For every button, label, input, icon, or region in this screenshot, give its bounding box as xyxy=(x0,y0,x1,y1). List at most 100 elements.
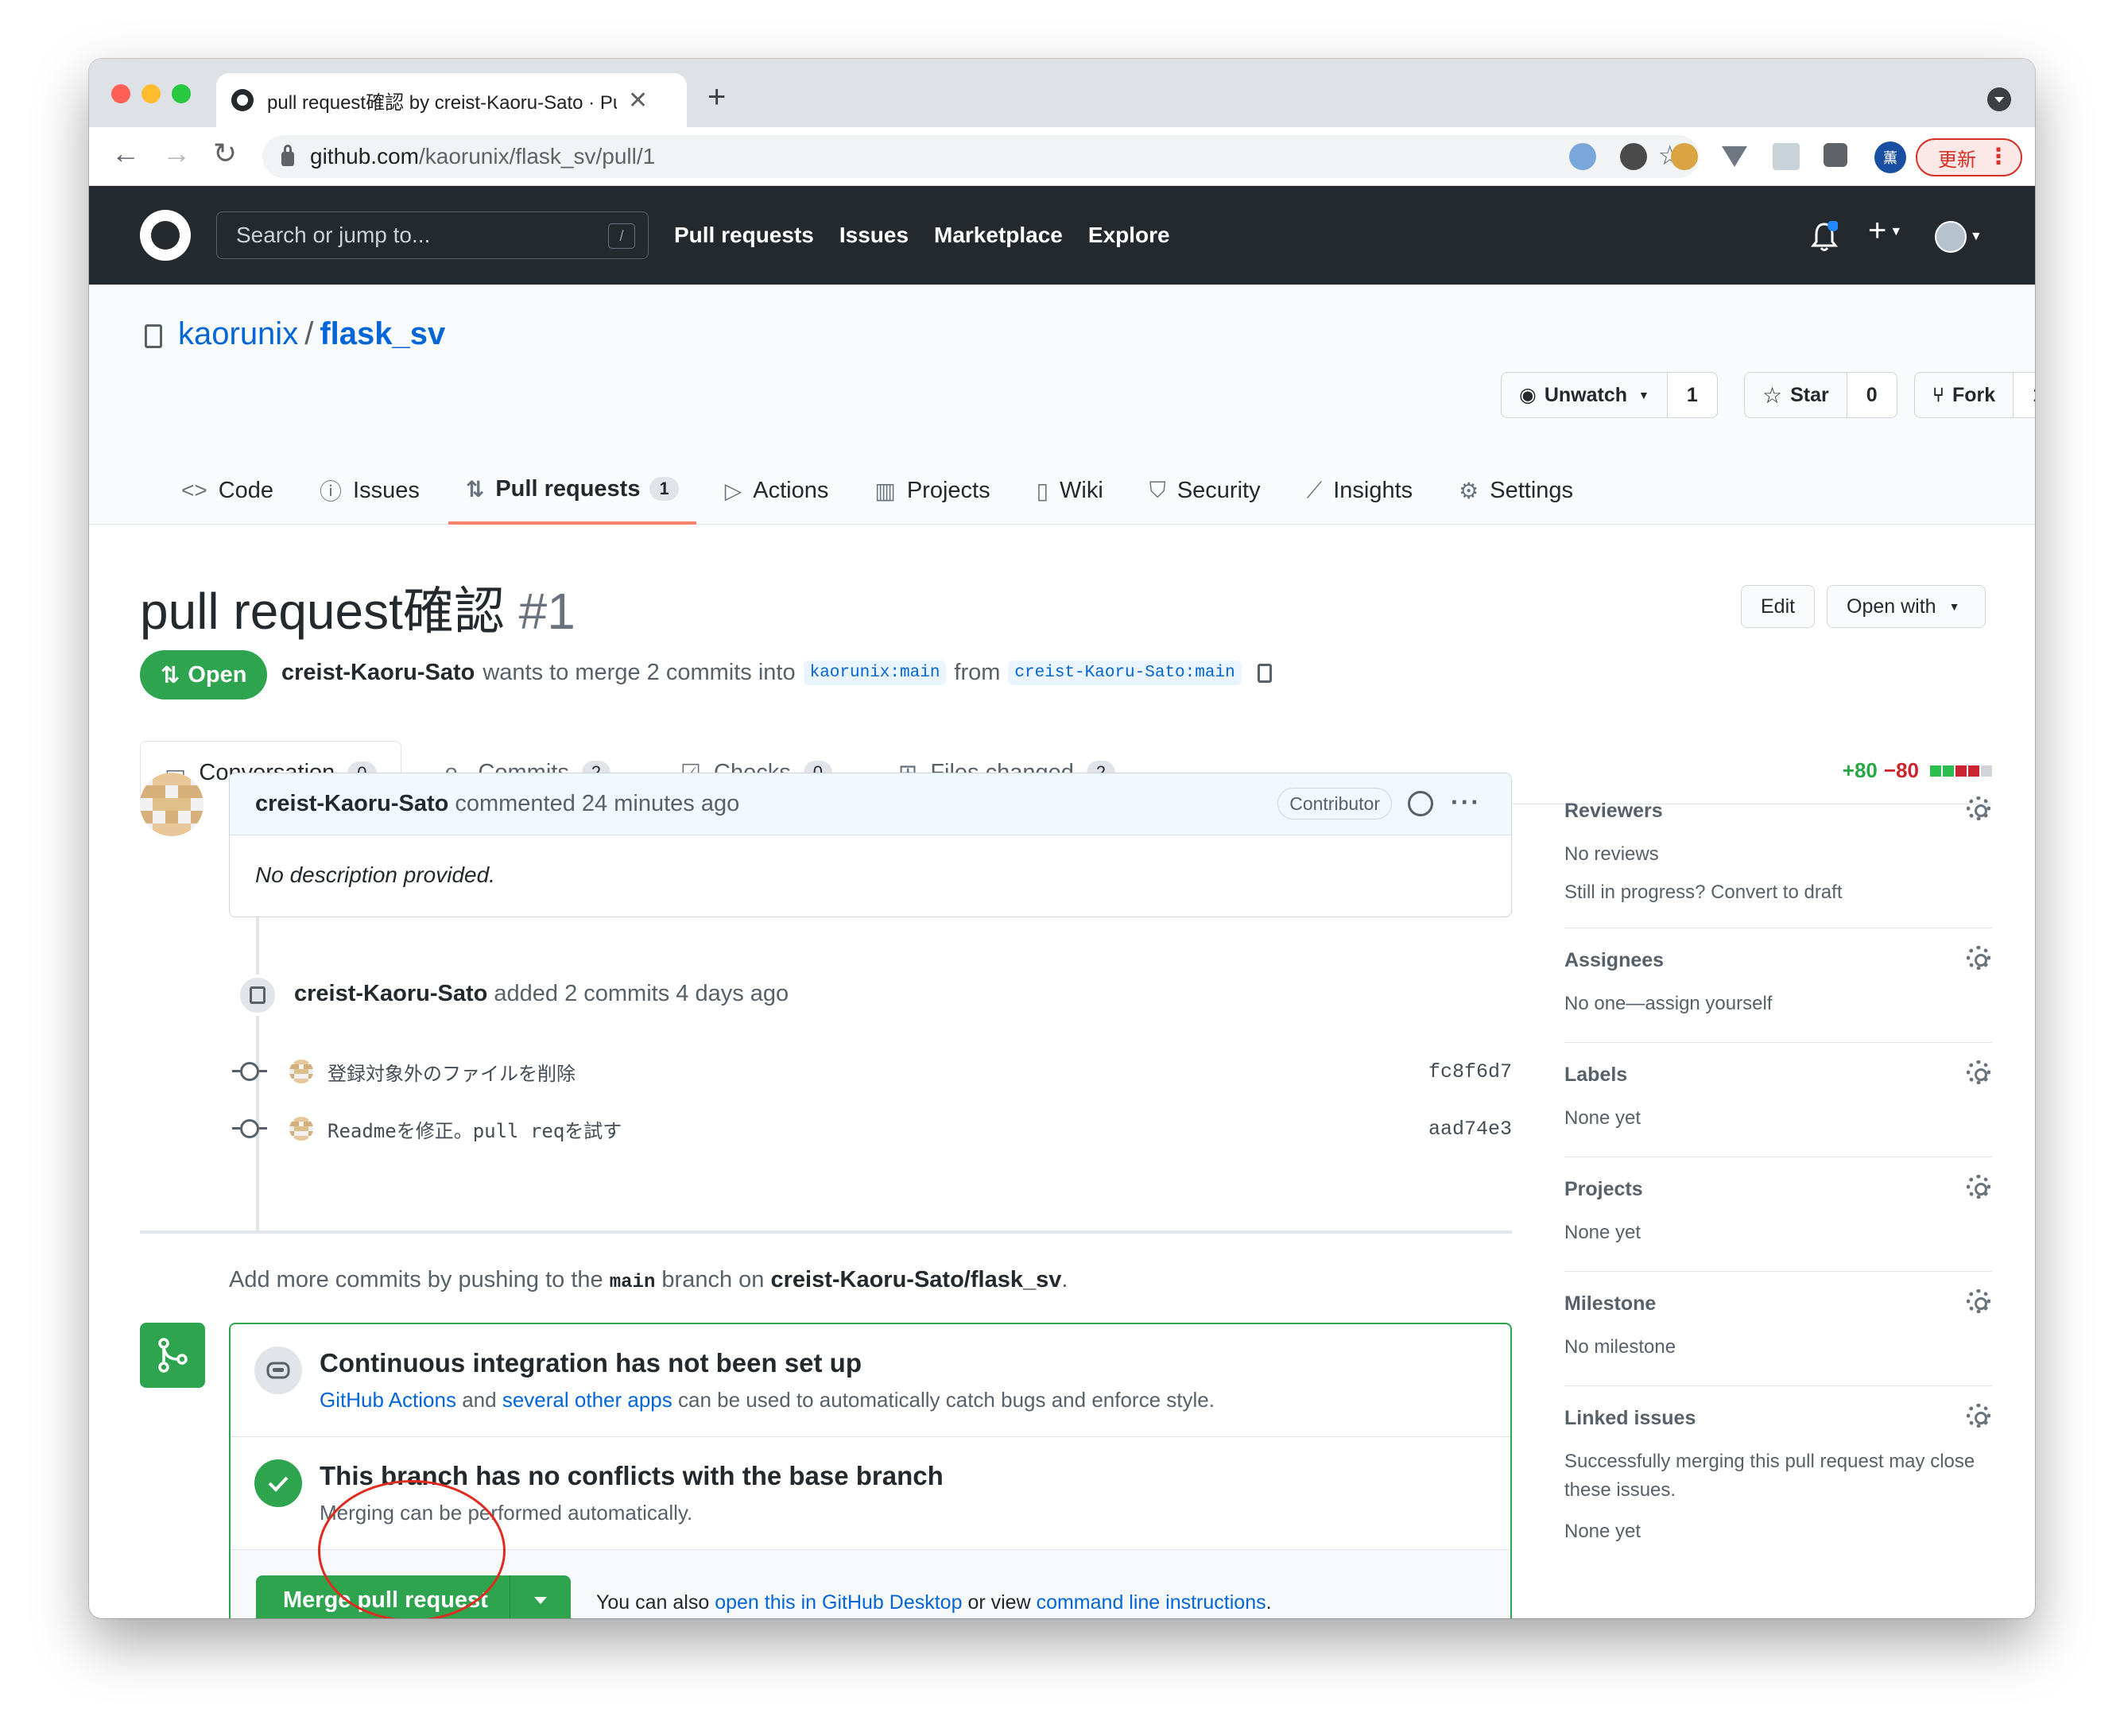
base-branch-label[interactable]: kaorunix:main xyxy=(803,661,947,685)
plus-icon: + xyxy=(1868,213,1887,248)
convert-to-draft-link[interactable]: Still in progress? Convert to draft xyxy=(1564,882,1992,904)
pr-title-text: pull request確認 xyxy=(140,583,505,640)
tab-label: Actions xyxy=(753,477,829,503)
gear-icon[interactable] xyxy=(1967,1060,1990,1084)
back-arrow-icon[interactable]: ← xyxy=(111,137,140,170)
repo-owner-link[interactable]: kaorunix xyxy=(178,316,298,351)
commit-message-link[interactable]: Readmeを修正。pull reqを試す xyxy=(328,1115,622,1143)
github-logo-icon[interactable] xyxy=(140,210,191,261)
watch-count[interactable]: 1 xyxy=(1667,373,1717,417)
profile-avatar[interactable]: 薫 xyxy=(1874,141,1906,173)
star-icon: ☆ xyxy=(1762,382,1783,408)
extension-browser-icon[interactable] xyxy=(1569,143,1596,170)
nav-issues[interactable]: Issues xyxy=(839,223,909,248)
commit-sha-link[interactable]: fc8f6d7 xyxy=(1428,1060,1512,1083)
more-vert-icon: ⋮ xyxy=(1987,144,2010,169)
merge-method-dropdown[interactable] xyxy=(510,1575,571,1618)
tab-wiki[interactable]: ▯ Wiki xyxy=(1019,456,1121,525)
contributor-badge: Contributor xyxy=(1277,788,1392,820)
global-search-input[interactable]: Search or jump to... / xyxy=(216,211,649,259)
watch-button-group: ◉ Unwatch ▼ 1 xyxy=(1501,372,1718,418)
tab-code[interactable]: <> Code xyxy=(164,456,291,525)
tab-search-icon[interactable] xyxy=(1987,87,2011,111)
command-line-instructions-link[interactable]: command line instructions xyxy=(1037,1591,1266,1614)
extension-vue-icon[interactable] xyxy=(1722,146,1747,167)
open-with-button[interactable]: Open with ▼ xyxy=(1827,585,1986,628)
reload-icon[interactable]: ↻ xyxy=(213,137,237,170)
add-reaction-icon[interactable] xyxy=(1408,791,1433,816)
browser-tab-title: pull request確認 by creist-Kaoru-Sato · Pu… xyxy=(267,91,617,114)
gear-icon[interactable] xyxy=(1967,796,1990,820)
zoom-window-button[interactable] xyxy=(172,84,191,103)
new-tab-button[interactable]: + xyxy=(707,79,726,115)
repo-icon xyxy=(145,324,162,348)
extension-globe-icon[interactable] xyxy=(1620,143,1647,170)
open-with-label: Open with xyxy=(1847,595,1936,618)
gear-icon[interactable] xyxy=(1967,946,1990,970)
gear-icon[interactable] xyxy=(1967,1175,1990,1199)
projects-value: None yet xyxy=(1564,1222,1641,1243)
ci-description: GitHub Actions and several other apps ca… xyxy=(320,1388,1215,1412)
nav-marketplace[interactable]: Marketplace xyxy=(934,223,1063,248)
comment-time[interactable]: commented 24 minutes ago xyxy=(455,791,739,817)
browser-tab-active[interactable]: pull request確認 by creist-Kaoru-Sato · Pu… xyxy=(216,73,687,127)
tab-insights[interactable]: ⟋ Insights xyxy=(1289,456,1431,525)
author-avatar[interactable] xyxy=(140,773,203,836)
commit-author-avatar[interactable] xyxy=(289,1060,313,1083)
update-button[interactable]: 更新 ⋮ xyxy=(1916,138,2022,176)
tab-issues[interactable]: ⓘ Issues xyxy=(302,456,437,525)
nav-explore[interactable]: Explore xyxy=(1088,223,1170,248)
unwatch-button[interactable]: ◉ Unwatch ▼ xyxy=(1502,373,1668,417)
close-tab-icon[interactable]: ✕ xyxy=(628,87,648,114)
edit-title-button[interactable]: Edit xyxy=(1741,585,1816,628)
clipboard-copy-icon[interactable] xyxy=(1257,663,1272,683)
code-icon: <> xyxy=(181,478,207,502)
pr-sidebar: Reviewers No reviews Still in progress? … xyxy=(1564,779,1992,1570)
nav-pull-requests[interactable]: Pull requests xyxy=(674,223,814,248)
commit-message-link[interactable]: 登録対象外のファイルを削除 xyxy=(328,1058,576,1086)
tab-projects[interactable]: ▥ Projects xyxy=(857,456,1007,525)
notifications-bell-icon[interactable] xyxy=(1811,221,1838,253)
fork-button[interactable]: ⑂ Fork xyxy=(1915,373,2014,417)
star-count[interactable]: 0 xyxy=(1847,373,1897,417)
tab-settings[interactable]: ⚙ Settings xyxy=(1441,456,1591,525)
minimize-window-button[interactable] xyxy=(141,84,161,103)
star-button[interactable]: ☆ Star xyxy=(1745,373,1847,417)
forward-arrow-icon[interactable]: → xyxy=(162,137,191,170)
address-bar[interactable]: github.com/kaorunix/flask_sv/pull/1 ☆ xyxy=(262,135,1700,178)
gear-icon[interactable] xyxy=(1967,1404,1990,1428)
assignees-value[interactable]: No one—assign yourself xyxy=(1564,990,1992,1018)
pr-author-link[interactable]: creist-Kaoru-Sato xyxy=(281,660,475,686)
alt-middle: or view xyxy=(967,1591,1031,1614)
tab-pull-requests[interactable]: ⇅ Pull requests 1 xyxy=(448,456,696,525)
push-author-link[interactable]: creist-Kaoru-Sato xyxy=(294,981,487,1006)
repo-name-link[interactable]: flask_sv xyxy=(320,316,445,351)
close-window-button[interactable] xyxy=(111,84,130,103)
commit-author-avatar[interactable] xyxy=(289,1117,313,1141)
user-menu-dropdown[interactable]: ▼ xyxy=(1935,221,1983,253)
kebab-horizontal-icon[interactable]: ··· xyxy=(1451,788,1481,817)
gear-icon[interactable] xyxy=(1967,1289,1990,1313)
open-github-desktop-link[interactable]: open this in GitHub Desktop xyxy=(715,1591,962,1614)
chevron-down-icon: ▼ xyxy=(1638,389,1649,401)
commit-sha-link[interactable]: aad74e3 xyxy=(1428,1118,1512,1141)
comment-author-link[interactable]: creist-Kaoru-Sato xyxy=(255,791,448,817)
pr-from-text: from xyxy=(954,660,1001,685)
tab-actions[interactable]: ▷ Actions xyxy=(707,456,847,525)
fork-button-group: ⑂ Fork 1 xyxy=(1914,372,2035,418)
git-commit-icon xyxy=(232,1119,267,1138)
extensions-puzzle-icon[interactable] xyxy=(1824,143,1847,167)
alt-suffix: . xyxy=(1265,1591,1272,1614)
create-new-dropdown[interactable]: + ▼ xyxy=(1868,213,1902,249)
other-apps-link[interactable]: several other apps xyxy=(502,1388,672,1412)
fork-count[interactable]: 1 xyxy=(2014,373,2035,417)
search-shortcut-key: / xyxy=(608,223,635,249)
tab-security[interactable]: ⛉ Security xyxy=(1132,456,1278,525)
extension-cookie-icon[interactable] xyxy=(1671,143,1698,170)
github-actions-link[interactable]: GitHub Actions xyxy=(320,1388,456,1412)
git-commit-icon xyxy=(232,1062,267,1081)
repo-header: kaorunix / flask_sv ◉ Unwatch ▼ 1 ☆ Star 0 ⑂ F… xyxy=(89,285,2035,525)
extension-cast-icon[interactable] xyxy=(1773,143,1800,170)
head-branch-label[interactable]: creist-Kaoru-Sato:main xyxy=(1008,661,1242,685)
pr-merge-text: wants to merge 2 commits into xyxy=(483,660,796,685)
